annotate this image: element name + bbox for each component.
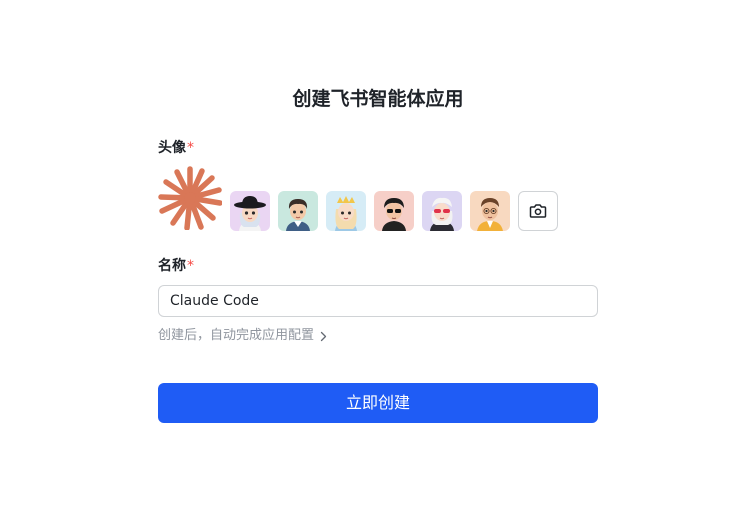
hint-text: 创建后，自动完成应用配置 [158, 328, 315, 343]
avatar-option-boy-shirt[interactable] [278, 191, 318, 231]
chevron-right-icon [320, 331, 327, 342]
avatar-option-boy-glasses[interactable] [374, 191, 414, 231]
camera-icon [529, 204, 547, 218]
avatar-label-text: 头像 [158, 140, 186, 156]
claude-sunburst-icon [158, 166, 223, 231]
girl-crown-avatar-icon [326, 191, 366, 231]
boy-shirt-avatar-icon [278, 191, 318, 231]
required-mark: * [187, 140, 194, 156]
create-now-button[interactable]: 立即创建 [158, 383, 598, 423]
page-title: 创建飞书智能体应用 [292, 88, 464, 110]
upload-avatar-button[interactable] [518, 191, 558, 231]
required-mark: * [187, 258, 194, 274]
avatar-label: 头像* [158, 138, 194, 158]
app-name-input[interactable] [158, 285, 598, 317]
boy-jacket-avatar-icon [470, 191, 510, 231]
avatar-option-boy-jacket[interactable] [470, 191, 510, 231]
selected-avatar [158, 166, 223, 231]
avatar-option-girl-hat[interactable] [230, 191, 270, 231]
name-label: 名称* [158, 256, 194, 276]
name-label-text: 名称 [158, 258, 186, 274]
create-app-panel: 创建飞书智能体应用 头像* 名称* Claude Code 创建后，自动完成应用… [158, 0, 598, 517]
avatar-option-girl-crown[interactable] [326, 191, 366, 231]
avatar-picker [158, 166, 598, 232]
boy-glasses-avatar-icon [374, 191, 414, 231]
girl-hat-avatar-icon [230, 191, 270, 231]
auto-config-hint-link[interactable]: 创建后，自动完成应用配置 [158, 327, 327, 345]
girl-sunglasses-avatar-icon [422, 191, 462, 231]
avatar-option-girl-sunglasses[interactable] [422, 191, 462, 231]
